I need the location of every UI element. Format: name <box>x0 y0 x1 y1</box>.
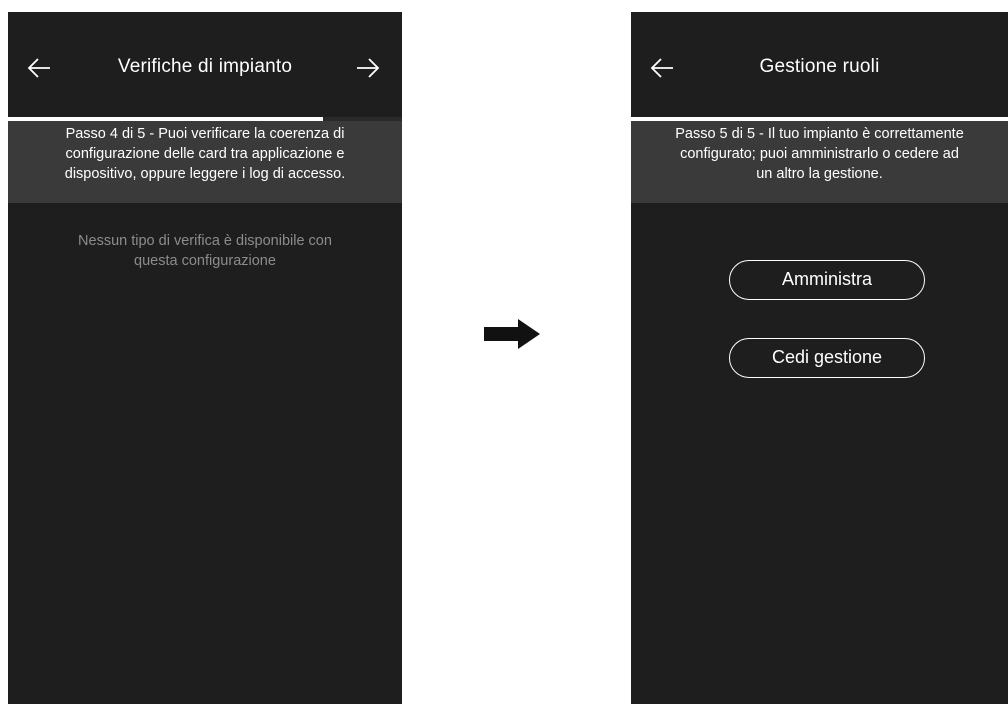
cedi-gestione-button[interactable]: Cedi gestione <box>729 338 925 378</box>
arrow-right-icon <box>357 58 380 78</box>
empty-state-line: Nessun tipo di verifica è disponibile co… <box>78 233 332 249</box>
amministra-button[interactable]: Amministra <box>729 260 925 300</box>
screen-verifiche-impianto: Verifiche di impianto Passo 4 di 5 - Puo… <box>8 12 402 704</box>
step-info: Passo 5 di 5 - Il tuo impianto è corrett… <box>631 121 1008 203</box>
step-info-line: Passo 5 di 5 - Il tuo impianto è corrett… <box>675 126 964 142</box>
screen-gestione-ruoli: Gestione ruoli Passo 5 di 5 - Il tuo imp… <box>631 12 1008 704</box>
page-title: Verifiche di impianto <box>117 56 293 77</box>
step-info-line: configurato; puoi amministrarlo o cedere… <box>680 146 959 162</box>
empty-state-line: questa configurazione <box>134 253 276 269</box>
figure: Verifiche di impianto Passo 4 di 5 - Puo… <box>0 0 1008 704</box>
next-button[interactable] <box>353 56 381 80</box>
step-info-line: un altro la gestione. <box>756 166 883 182</box>
step-info-line: dispositivo, oppure leggere i log di acc… <box>64 166 346 182</box>
header: Verifiche di impianto <box>8 12 402 118</box>
flow-arrow-right-icon <box>484 319 540 349</box>
step-info-line: configurazione delle card tra applicazio… <box>65 146 345 162</box>
step-info: Passo 4 di 5 - Puoi verificare la coeren… <box>8 121 402 203</box>
page-title: Gestione ruoli <box>759 56 880 77</box>
header: Gestione ruoli <box>631 12 1008 118</box>
step-info-line: Passo 4 di 5 - Puoi verificare la coeren… <box>65 126 345 142</box>
empty-state-message: Nessun tipo di verifica è disponibile co… <box>8 231 402 271</box>
